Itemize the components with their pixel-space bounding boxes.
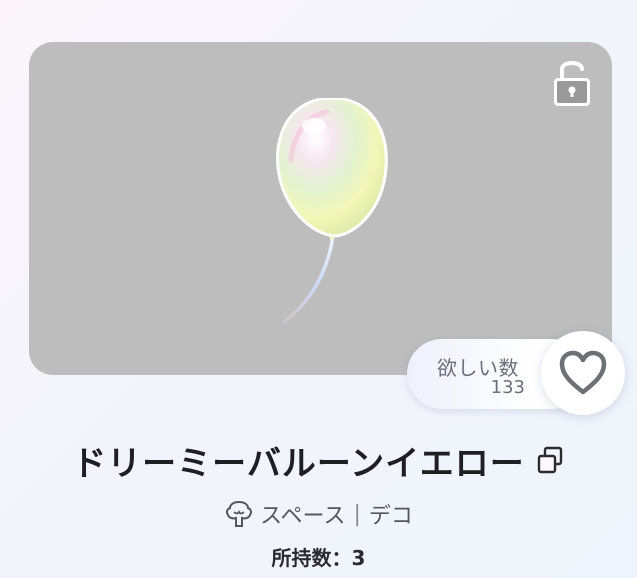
category-label: スペース bbox=[260, 504, 346, 529]
heart-outline-icon bbox=[559, 350, 607, 395]
copy-icon[interactable] bbox=[535, 445, 565, 475]
owned-count: 所持数：3 bbox=[271, 546, 366, 570]
item-title: ドリーミーバルーンイエロー bbox=[72, 443, 525, 484]
category-separator: | bbox=[353, 501, 361, 527]
balloon-image bbox=[276, 98, 388, 324]
subcategory-label: デコ bbox=[368, 504, 413, 529]
item-category-row: スペース | デコ bbox=[0, 497, 637, 531]
wishlist-heart-button[interactable] bbox=[541, 331, 625, 415]
item-title-row: ドリーミーバルーンイエロー bbox=[0, 438, 637, 484]
item-preview-card bbox=[29, 42, 612, 375]
unlocked-lock-icon[interactable] bbox=[550, 56, 594, 108]
tree-icon bbox=[226, 500, 253, 527]
wishlist-count: 133 bbox=[490, 377, 525, 398]
